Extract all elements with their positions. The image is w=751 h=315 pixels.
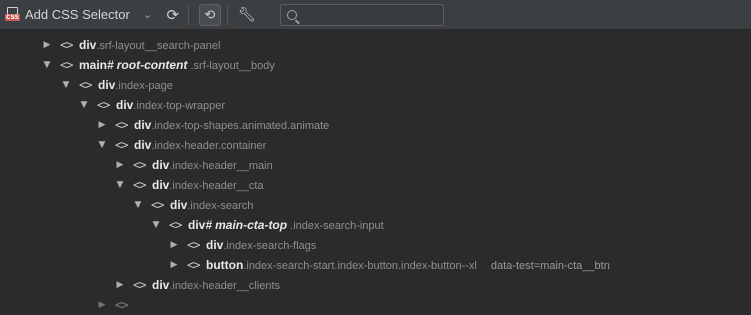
chevron-down-icon[interactable]: ▼ <box>79 95 89 115</box>
tree-row[interactable]: ▼ <> div.index-header.container <box>0 135 751 155</box>
attribute: data-test=main-cta__btn <box>490 260 610 272</box>
id-name: root-content <box>116 58 188 72</box>
class-name: .index-top-wrapper <box>133 100 226 112</box>
chevron-right-icon[interactable]: ▶ <box>97 115 107 135</box>
class-name: .srf-layout__search-panel <box>96 40 221 52</box>
chevron-right-icon[interactable]: ▶ <box>97 295 107 315</box>
tag-name: div <box>134 138 152 152</box>
dom-tree: ▶ <> div.srf-layout__search-panel ▼ <> m… <box>0 35 751 315</box>
tag-name: div <box>152 178 170 192</box>
refresh-icon[interactable]: ⟳ <box>164 6 182 24</box>
toolbar-separator <box>226 4 228 25</box>
tree-row[interactable]: ▶ <> div.index-header__clients <box>0 275 751 295</box>
class-name: .srf-layout__body <box>190 60 275 72</box>
code-icon: <> <box>60 58 73 72</box>
tag-name: div <box>98 78 116 92</box>
chevron-down-icon[interactable]: ▼ <box>61 75 71 95</box>
chevron-right-icon[interactable]: ▶ <box>42 35 52 55</box>
chevron-down-icon[interactable]: ▼ <box>97 135 107 155</box>
wrench-icon[interactable]: 🔧︎ <box>236 6 258 23</box>
tree-row[interactable]: ▼ <> div# main-cta-top .index-search-inp… <box>0 215 751 235</box>
toolbar: CSS Add CSS Selector ⌄ ⟳ ⟲ 🔧︎ <box>0 0 751 30</box>
code-icon: <> <box>115 138 128 152</box>
chevron-down-icon[interactable]: ⌄ <box>142 8 154 21</box>
tag-name: button <box>206 258 244 272</box>
add-css-selector-button[interactable]: CSS Add CSS Selector <box>0 3 130 27</box>
code-icon: <> <box>133 178 146 192</box>
chevron-right-icon[interactable]: ▶ <box>115 275 125 295</box>
add-css-selector-label: Add CSS Selector <box>25 7 130 22</box>
tag-name: div <box>134 118 152 132</box>
code-icon: <> <box>133 278 146 292</box>
tree-row[interactable]: ▶ <> button.index-search-start.index-but… <box>0 255 751 275</box>
chevron-down-icon[interactable]: ▼ <box>151 215 161 235</box>
tag-name: div <box>206 238 224 252</box>
class-name: .index-search-flags <box>223 240 317 252</box>
tree-row[interactable]: ▼ <> main# root-content .srf-layout__bod… <box>0 55 751 75</box>
code-icon: <> <box>151 198 164 212</box>
history-toggle-icon[interactable]: ⟲ <box>198 3 221 26</box>
class-name: .index-header__main <box>169 160 273 172</box>
code-icon: <> <box>169 218 182 232</box>
tag-name: div <box>152 158 170 172</box>
chevron-right-icon[interactable]: ▶ <box>115 155 125 175</box>
code-icon: <> <box>97 98 110 112</box>
chevron-down-icon[interactable]: ▼ <box>42 55 52 75</box>
code-icon: <> <box>79 78 92 92</box>
tag-name: main <box>79 58 108 72</box>
class-name: .index-search <box>187 200 254 212</box>
search-icon <box>286 9 297 20</box>
class-name: .index-header.container <box>151 140 267 152</box>
tag-name: div <box>152 278 170 292</box>
code-icon: <> <box>187 238 200 252</box>
id-hash: # <box>205 218 213 232</box>
code-icon: <> <box>60 38 73 52</box>
tree-row[interactable]: ▼ <> div.index-search <box>0 195 751 215</box>
class-name: .index-header__cta <box>169 180 264 192</box>
tag-name: div <box>188 218 206 232</box>
search-input[interactable] <box>304 7 439 22</box>
code-icon: <> <box>133 158 146 172</box>
tree-row-partial[interactable]: ▶ <> <box>0 295 751 315</box>
code-icon: <> <box>115 298 128 312</box>
tag-name: div <box>170 198 188 212</box>
class-name: .index-header__clients <box>169 280 281 292</box>
css-file-icon: CSS <box>5 7 20 22</box>
tag-name: div <box>79 38 97 52</box>
chevron-right-icon[interactable]: ▶ <box>169 235 179 255</box>
id-name: main-cta-top <box>215 218 288 232</box>
class-name: .index-top-shapes.animated.animate <box>151 120 330 132</box>
tree-row[interactable]: ▶ <> div.index-top-shapes.animated.anima… <box>0 115 751 135</box>
tree-row[interactable]: ▶ <> div.index-header__main <box>0 155 751 175</box>
code-icon: <> <box>187 258 200 272</box>
class-name: .index-search-start.index-button.index-b… <box>243 260 477 272</box>
chevron-down-icon[interactable]: ▼ <box>133 195 143 215</box>
chevron-down-icon[interactable]: ▼ <box>115 175 125 195</box>
tree-row[interactable]: ▼ <> div.index-top-wrapper <box>0 95 751 115</box>
tree-row[interactable]: ▼ <> div.index-header__cta <box>0 175 751 195</box>
search-field[interactable] <box>279 3 444 26</box>
tree-row[interactable]: ▶ <> div.srf-layout__search-panel <box>0 35 751 55</box>
tree-row[interactable]: ▶ <> div.index-search-flags <box>0 235 751 255</box>
toolbar-separator <box>187 4 189 25</box>
tree-row[interactable]: ▼ <> div.index-page <box>0 75 751 95</box>
code-icon: <> <box>115 118 128 132</box>
tag-name: div <box>116 98 134 112</box>
class-name: .index-search-input <box>290 220 384 232</box>
class-name: .index-page <box>115 80 173 92</box>
id-hash: # <box>107 58 114 72</box>
chevron-right-icon[interactable]: ▶ <box>169 255 179 275</box>
